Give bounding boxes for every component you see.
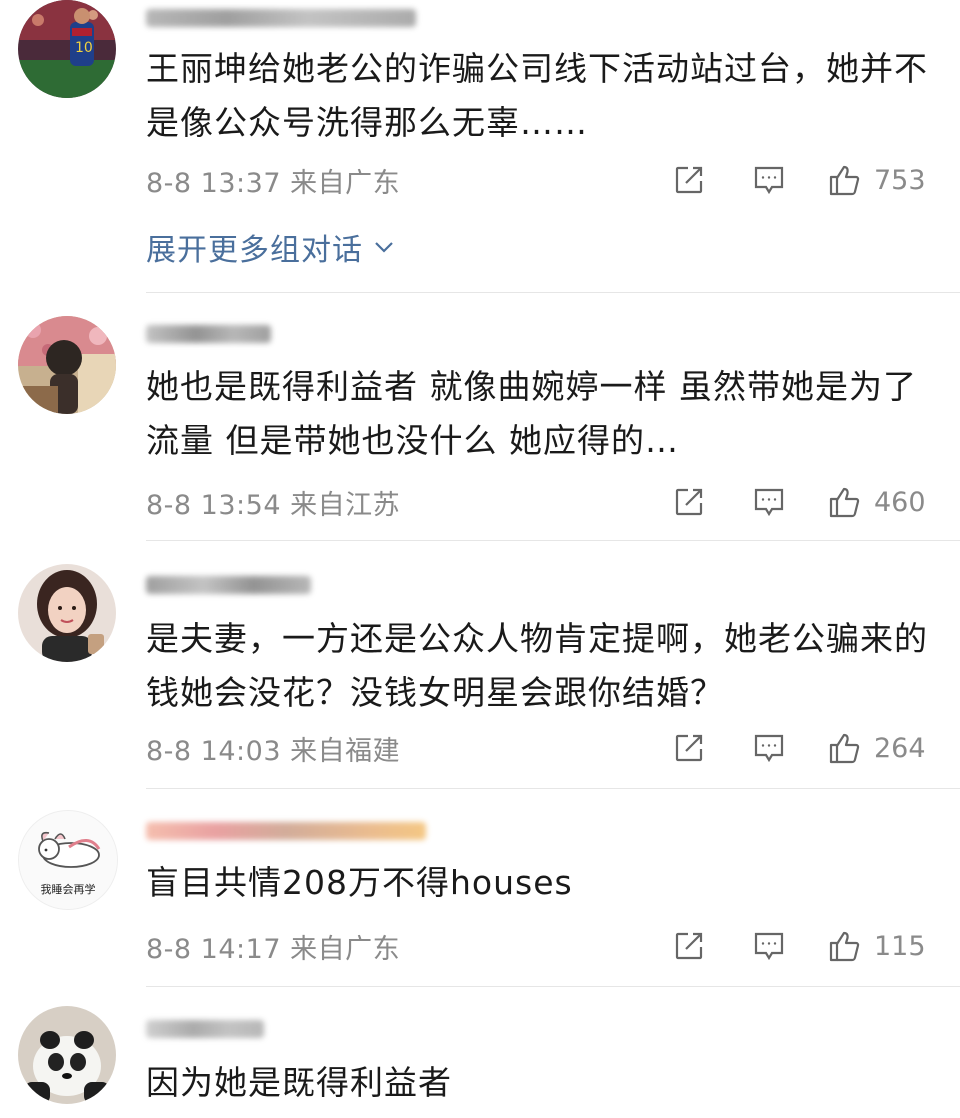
- comment-text: 盲目共情208万不得houses: [146, 863, 573, 902]
- username[interactable]: [146, 816, 426, 846]
- username[interactable]: [146, 570, 311, 600]
- timestamp: 8-8 13:54 来自江苏: [146, 489, 401, 521]
- comment-text: 因为她是既得利益者: [146, 1063, 452, 1102]
- avatar-caption: 我睡会再学: [41, 882, 96, 896]
- share-icon[interactable]: [672, 929, 706, 963]
- avatar[interactable]: [18, 564, 116, 662]
- comment-meta: 8-8 13:37 来自广东 753: [146, 160, 946, 200]
- divider: [146, 788, 960, 789]
- divider: [146, 540, 960, 541]
- expand-label: 展开更多组对话: [146, 233, 363, 268]
- comment-text: 她也是既得利益者 就像曲婉婷一样 虽然带她是为了流量 但是带她也没什么 她应得的…: [146, 367, 917, 460]
- thumbs-up-icon[interactable]: [828, 485, 862, 519]
- divider: [146, 986, 960, 987]
- comment-actions: 753: [672, 160, 926, 200]
- like-count: 264: [874, 732, 926, 764]
- comment-icon[interactable]: [752, 485, 786, 519]
- comment-icon[interactable]: [752, 163, 786, 197]
- comment-meta: 8-8 14:17 来自广东 115: [146, 926, 946, 966]
- svg-text:10: 10: [75, 40, 93, 56]
- like-count: 115: [874, 930, 926, 962]
- comment-actions: 264: [672, 728, 926, 768]
- comment-text: 是夫妻，一方还是公众人物肯定提啊，她老公骗来的钱她会没花？没钱女明星会跟你结婚？: [146, 619, 928, 712]
- thumbs-up-icon[interactable]: [828, 163, 862, 197]
- timestamp: 8-8 13:37 来自广东: [146, 167, 401, 199]
- thumbs-up-icon[interactable]: [828, 731, 862, 765]
- expand-conversation-link[interactable]: 展开更多组对话: [146, 225, 395, 269]
- divider: [146, 292, 960, 293]
- thumbs-up-icon[interactable]: [828, 929, 862, 963]
- username[interactable]: [146, 319, 271, 349]
- share-icon[interactable]: [672, 163, 706, 197]
- username[interactable]: [146, 3, 416, 33]
- share-icon[interactable]: [672, 485, 706, 519]
- share-icon[interactable]: [672, 731, 706, 765]
- comment-meta: 8-8 13:54 来自江苏 460: [146, 482, 946, 522]
- comment-actions: 115: [672, 926, 926, 966]
- like-count: 753: [874, 164, 926, 196]
- comment-actions: 460: [672, 482, 926, 522]
- avatar[interactable]: 10: [18, 0, 116, 98]
- avatar[interactable]: [18, 1006, 116, 1104]
- comment-meta: 8-8 14:03 来自福建 264: [146, 728, 946, 768]
- comment-icon[interactable]: [752, 731, 786, 765]
- avatar[interactable]: 我睡会再学: [18, 810, 118, 910]
- chevron-down-icon: [375, 242, 393, 253]
- like-count: 460: [874, 486, 926, 518]
- username[interactable]: [146, 1014, 264, 1044]
- comment-feed: 10 王丽坤给她老公的诈骗公司线下活动站过台，她并不是像公众号洗得那么无辜…… …: [0, 0, 960, 1118]
- avatar[interactable]: [18, 316, 116, 414]
- comment-text: 王丽坤给她老公的诈骗公司线下活动站过台，她并不是像公众号洗得那么无辜……: [146, 49, 928, 142]
- timestamp: 8-8 14:17 来自广东: [146, 933, 401, 965]
- comment-icon[interactable]: [752, 929, 786, 963]
- timestamp: 8-8 14:03 来自福建: [146, 735, 401, 767]
